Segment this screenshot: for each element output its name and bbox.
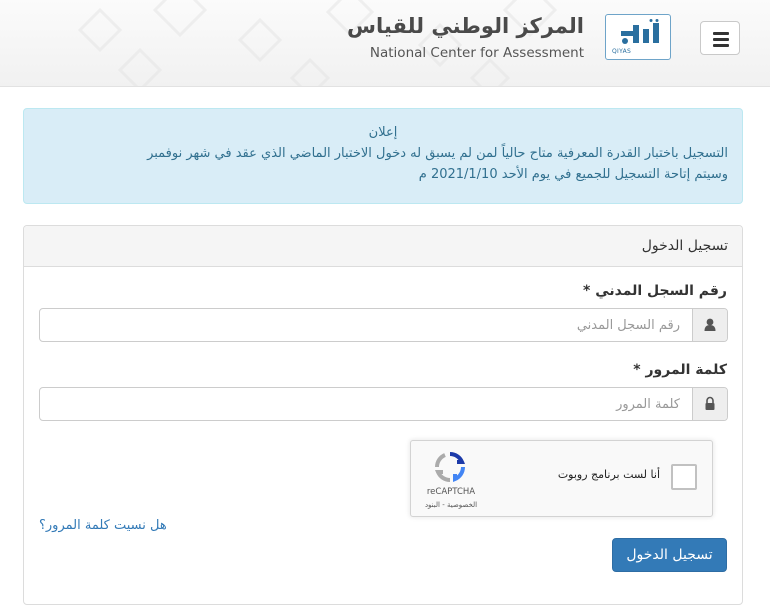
login-panel: تسجيل الدخول رقم السجل المدني * كلمة الم… (23, 225, 743, 605)
recaptcha-privacy-terms[interactable]: الخصوصية - البنود (423, 501, 479, 509)
recaptcha-logo-icon (434, 452, 466, 483)
menu-toggle-button[interactable] (700, 21, 740, 55)
org-name-arabic: المركز الوطني للقياس (347, 14, 584, 38)
hamburger-bar (713, 38, 729, 41)
forgot-password-link[interactable]: هل نسيت كلمة المرور؟ (39, 518, 167, 533)
logo-caption: QIYAS (612, 48, 632, 55)
password-input-group (39, 387, 728, 421)
announcement-alert: إعلان التسجيل باختبار القدرة المعرفية مت… (23, 108, 743, 204)
national-id-label: رقم السجل المدني * (583, 283, 727, 299)
national-id-input[interactable] (40, 309, 692, 341)
lock-icon (692, 388, 727, 420)
hamburger-bar (713, 44, 729, 47)
login-panel-heading: تسجيل الدخول (24, 226, 742, 267)
org-name-english: National Center for Assessment (369, 45, 584, 61)
recaptcha-brand: reCAPTCHA (426, 487, 476, 497)
hamburger-menu-icon (713, 32, 729, 35)
recaptcha-widget: أنا لست برنامج روبوت reCAPTCHA الخصوصية … (410, 440, 713, 517)
site-header: QIYAS المركز الوطني للقياس National Cent… (0, 0, 770, 87)
qiyas-logo[interactable]: QIYAS (605, 14, 671, 60)
password-input[interactable] (40, 388, 692, 420)
qiyas-logo-icon (621, 19, 659, 44)
user-icon (692, 309, 727, 341)
announcement-title: إعلان (368, 125, 398, 140)
recaptcha-checkbox[interactable] (671, 464, 697, 490)
announcement-line-2: وسيتم إتاحة التسجيل للجميع في يوم الأحد … (418, 167, 728, 182)
announcement-line-1: التسجيل باختبار القدرة المعرفية متاح حال… (147, 146, 728, 161)
login-submit-button[interactable]: تسجيل الدخول (612, 538, 727, 572)
national-id-input-group (39, 308, 728, 342)
recaptcha-label: أنا لست برنامج روبوت (557, 468, 660, 481)
password-label: كلمة المرور * (633, 362, 727, 378)
